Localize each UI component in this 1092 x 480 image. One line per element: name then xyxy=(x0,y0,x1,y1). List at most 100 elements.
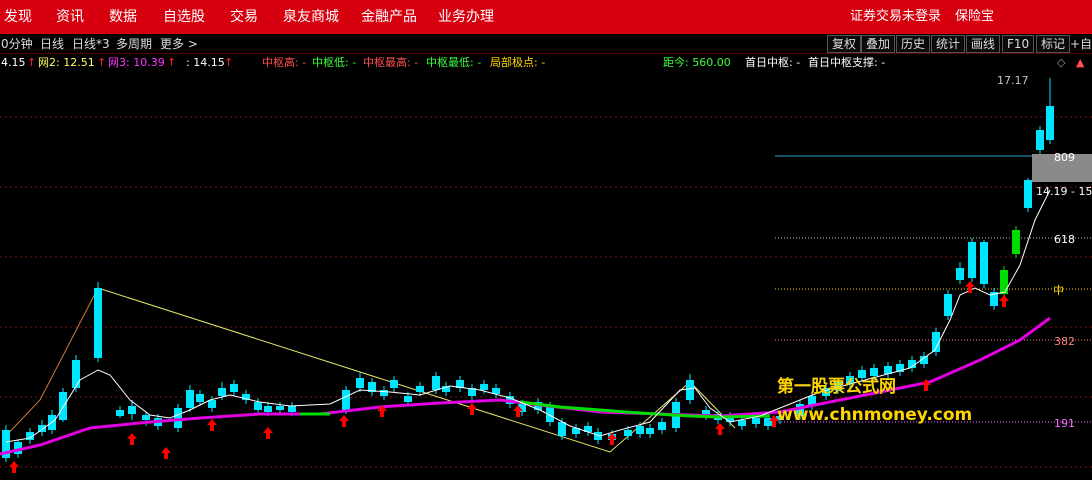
candle-body xyxy=(752,418,760,424)
candle-body xyxy=(980,242,988,284)
buy-arrow-icon xyxy=(127,433,137,445)
candle-body xyxy=(1046,106,1054,140)
indicator-value-1: 4.15 xyxy=(1,56,26,69)
indicator-value-4: : 14.15 xyxy=(186,56,225,69)
top-menu-bar: 发现 资讯 数据 自选股 交易 泉友商城 金融产品 业务办理 证券交易未登录 保… xyxy=(0,0,1092,34)
candle-body xyxy=(636,426,644,434)
candle-body xyxy=(404,396,412,402)
indicator-zs-min: 中枢最低: - xyxy=(426,56,482,69)
indicator-up-arrow-icon: ↑ xyxy=(27,56,37,69)
candle-body xyxy=(116,410,124,416)
indicator-up-arrow-icon: ↑ xyxy=(167,56,177,69)
axis-fib-618: 618 xyxy=(1054,233,1075,246)
candle-body xyxy=(390,380,398,388)
diamond-icon[interactable]: ◇ xyxy=(1057,56,1065,70)
candle-body xyxy=(218,388,226,396)
menu-item-discover[interactable]: 发现 xyxy=(4,0,32,34)
candle-body xyxy=(230,384,238,392)
candle-body xyxy=(956,268,964,280)
insurance-link[interactable]: 保险宝 xyxy=(955,0,994,34)
history-button[interactable]: 历史 xyxy=(896,35,931,53)
indicator-first-day: 首日中枢: - xyxy=(745,56,801,69)
draw-line-button[interactable]: 画线 xyxy=(966,35,1001,53)
buy-arrow-icon xyxy=(161,447,171,459)
indicator-up-arrow-icon: ↑ xyxy=(224,56,234,69)
menu-item-data[interactable]: 数据 xyxy=(109,0,137,34)
candle-body xyxy=(264,406,272,412)
menu-item-watchlist[interactable]: 自选股 xyxy=(163,0,205,34)
candle-body xyxy=(356,378,364,388)
candle-body xyxy=(276,406,284,410)
period-daily-x3[interactable]: 日线*3 xyxy=(72,36,110,52)
candle-body xyxy=(342,390,350,410)
candle-body xyxy=(288,406,296,412)
mark-button[interactable]: 标记 xyxy=(1036,35,1071,53)
chart-toolbar: 0分钟 日线 日线*3 多周期 更多 > 复权 叠加 历史 统计 画线 F10 … xyxy=(0,34,1092,54)
candle-body xyxy=(432,376,440,390)
axis-fib-809: 809 xyxy=(1054,151,1075,164)
candle-body xyxy=(968,242,976,278)
buy-arrow-icon xyxy=(999,295,1009,307)
buy-arrow-icon xyxy=(965,281,975,293)
watermark-title: 第一股票公式网 xyxy=(777,377,896,397)
candle-body xyxy=(128,406,136,414)
candle-body xyxy=(380,390,388,396)
candle-body xyxy=(944,294,952,316)
candle-body xyxy=(1024,180,1032,208)
axis-fib-191: 191 xyxy=(1054,417,1075,430)
axis-fib-382: 382 xyxy=(1054,335,1075,348)
indicator-wang3: 网3: 10.39 xyxy=(108,56,165,69)
add-custom-button[interactable]: +自 xyxy=(1070,36,1092,52)
indicator-zs-high: 中枢高: - xyxy=(262,56,307,69)
axis-range: 14.19 - 15. xyxy=(1036,185,1092,198)
candle-body xyxy=(174,408,182,428)
indicator-up-arrow-icon: ↑ xyxy=(97,56,107,69)
axis-mid: 中 xyxy=(1053,284,1064,297)
candle-body xyxy=(416,386,424,392)
buy-arrow-icon xyxy=(715,423,725,435)
buy-arrow-icon xyxy=(467,403,477,415)
candle-body xyxy=(624,430,632,436)
menu-item-mall[interactable]: 泉友商城 xyxy=(283,0,339,34)
overlay-button[interactable]: 叠加 xyxy=(861,35,896,53)
candle-body xyxy=(658,422,666,430)
indicator-distance: 距今: 560.00 xyxy=(663,56,731,69)
watermark-url: www.chnmoney.com xyxy=(777,405,973,425)
candle-body xyxy=(142,415,150,420)
indicator-local-pole: 局部极点: - xyxy=(490,56,546,69)
candle-body xyxy=(646,428,654,434)
trade-login-status[interactable]: 证券交易未登录 xyxy=(850,0,941,34)
candle-body xyxy=(186,390,194,408)
candle-body xyxy=(254,402,262,410)
period-daily[interactable]: 日线 xyxy=(40,36,64,52)
candle-body xyxy=(196,394,204,402)
indicator-first-day-support: 首日中枢支撑: - xyxy=(808,56,886,69)
axis-top-value: 17.17 xyxy=(997,74,1029,87)
candle-body xyxy=(558,422,566,436)
multi-period[interactable]: 多周期 xyxy=(116,36,152,52)
candle-body xyxy=(1012,230,1020,254)
indicator-wang2: 网2: 12.51 xyxy=(38,56,95,69)
stats-button[interactable]: 统计 xyxy=(931,35,966,53)
menu-item-news[interactable]: 资讯 xyxy=(56,0,84,34)
period-minute[interactable]: 0分钟 xyxy=(1,36,33,52)
buy-arrow-icon xyxy=(9,461,19,473)
menu-item-finance[interactable]: 金融产品 xyxy=(361,0,417,34)
menu-item-trade[interactable]: 交易 xyxy=(230,0,258,34)
candle-body xyxy=(480,384,488,390)
buy-arrow-icon xyxy=(339,415,349,427)
candle-body xyxy=(1036,130,1044,150)
f10-button[interactable]: F10 xyxy=(1002,35,1035,53)
candle-body xyxy=(1000,270,1008,294)
pink-triangle-icon: ▲ xyxy=(1076,56,1085,69)
menu-item-business[interactable]: 业务办理 xyxy=(438,0,494,34)
candle-body xyxy=(59,392,67,420)
candle-body xyxy=(94,288,102,358)
more-menu[interactable]: 更多 > xyxy=(160,36,198,52)
candle-body xyxy=(208,400,216,408)
adjust-button[interactable]: 复权 xyxy=(827,35,862,53)
buy-arrow-icon xyxy=(263,427,273,439)
candle-body xyxy=(738,420,746,426)
candle-body xyxy=(686,380,694,400)
indicator-zs-max: 中枢最高: - xyxy=(363,56,419,69)
